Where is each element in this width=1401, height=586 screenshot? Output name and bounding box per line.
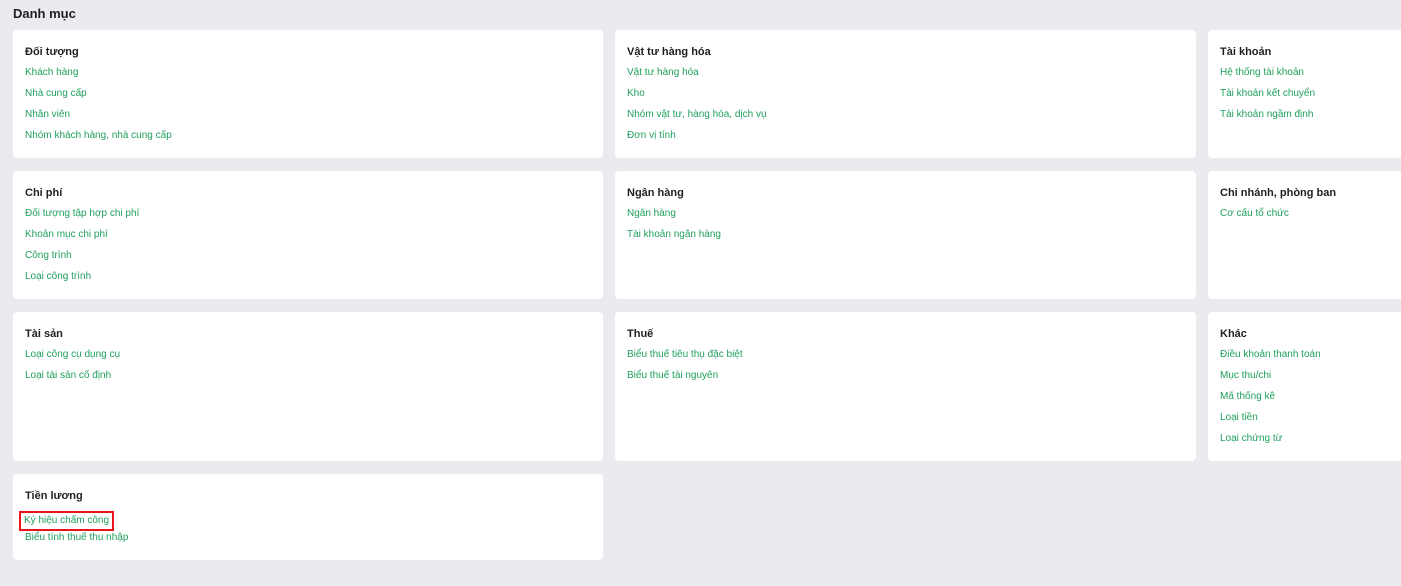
card-title: Đối tượng [25,46,79,58]
card-title: Vật tư hàng hóa [627,46,711,58]
card-title: Tài khoản [1220,46,1272,58]
link-nhom-vat-tu[interactable]: Nhóm vật tư, hàng hóa, dịch vụ [627,108,1184,122]
link-tai-khoan-ngam-dinh[interactable]: Tài khoản ngầm định [1220,108,1389,122]
link-bieu-thue-tieu-thu-dac-biet[interactable]: Biểu thuế tiêu thụ đặc biệt [627,348,1184,362]
highlighted-link-wrapper: Ký hiệu chấm công [18,510,591,531]
card-thue: Thuế Biểu thuế tiêu thụ đặc biệt Biểu th… [615,312,1196,461]
card-title: Tài sản [25,328,63,340]
card-khac: Khác Điều khoản thanh toán Mục thu/chi M… [1208,312,1401,461]
card-vat-tu-hang-hoa: Vật tư hàng hóa Vật tư hàng hóa Kho Nhóm… [615,30,1196,158]
link-nha-cung-cap[interactable]: Nhà cung cấp [25,87,591,101]
card-doi-tuong: Đối tượng Khách hàng Nhà cung cấp Nhân v… [13,30,603,158]
link-dieu-khoan-thanh-toan[interactable]: Điều khoản thanh toán [1220,348,1389,362]
link-loai-cong-cu-dung-cu[interactable]: Loại công cụ dụng cụ [25,348,591,362]
link-loai-chung-tu[interactable]: Loại chứng từ [1220,432,1389,446]
card-title: Chi phí [25,187,63,199]
link-muc-thu-chi[interactable]: Mục thu/chi [1220,369,1389,383]
link-ngan-hang[interactable]: Ngân hàng [627,207,1184,221]
link-tai-khoan-ket-chuyen[interactable]: Tài khoản kết chuyển [1220,87,1389,101]
link-khoan-muc-chi-phi[interactable]: Khoản mục chi phí [25,228,591,242]
link-cong-trinh[interactable]: Công trình [25,249,591,263]
link-bieu-thue-tai-nguyen[interactable]: Biểu thuế tài nguyên [627,369,1184,383]
card-title: Thuế [627,328,654,340]
link-nhom-khach-hang-ncc[interactable]: Nhóm khách hàng, nhà cung cấp [25,129,591,143]
link-loai-tai-san-co-dinh[interactable]: Loại tài sản cố định [25,369,591,383]
link-kho[interactable]: Kho [627,87,1184,101]
link-don-vi-tinh[interactable]: Đơn vị tính [627,129,1184,143]
link-co-cau-to-chuc[interactable]: Cơ cấu tổ chức [1220,207,1389,221]
link-loai-tien[interactable]: Loại tiền [1220,411,1389,425]
card-tai-san: Tài sản Loại công cụ dụng cụ Loại tài sả… [13,312,603,461]
card-title: Ngân hàng [627,187,684,199]
card-chi-nhanh-phong-ban: Chi nhánh, phòng ban Cơ cấu tổ chức [1208,171,1401,299]
link-nhan-vien[interactable]: Nhân viên [25,108,591,122]
card-title: Chi nhánh, phòng ban [1220,187,1337,199]
page-title: Danh mục [13,6,76,21]
link-ma-thong-ke[interactable]: Mã thống kê [1220,390,1389,404]
link-doi-tuong-tap-hop-chi-phi[interactable]: Đối tượng tập hợp chi phí [25,207,591,221]
link-vat-tu-hang-hoa[interactable]: Vật tư hàng hóa [627,66,1184,80]
link-ky-hieu-cham-cong[interactable]: Ký hiệu chấm công [18,511,115,531]
link-bieu-tinh-thue-thu-nhap[interactable]: Biểu tính thuế thu nhập [25,531,591,545]
link-khach-hang[interactable]: Khách hàng [25,66,591,80]
card-tai-khoan: Tài khoản Hệ thống tài khoản Tài khoản k… [1208,30,1401,158]
card-title: Khác [1220,328,1247,340]
card-title: Tiền lương [25,490,83,502]
card-tien-luong: Tiền lương Ký hiệu chấm công Biểu tính t… [13,474,603,560]
card-chi-phi: Chi phí Đối tượng tập hợp chi phí Khoản … [13,171,603,299]
link-tai-khoan-ngan-hang[interactable]: Tài khoản ngân hàng [627,228,1184,242]
link-loai-cong-trinh[interactable]: Loại công trình [25,270,591,284]
card-ngan-hang: Ngân hàng Ngân hàng Tài khoản ngân hàng [615,171,1196,299]
link-he-thong-tai-khoan[interactable]: Hệ thống tài khoản [1220,66,1389,80]
